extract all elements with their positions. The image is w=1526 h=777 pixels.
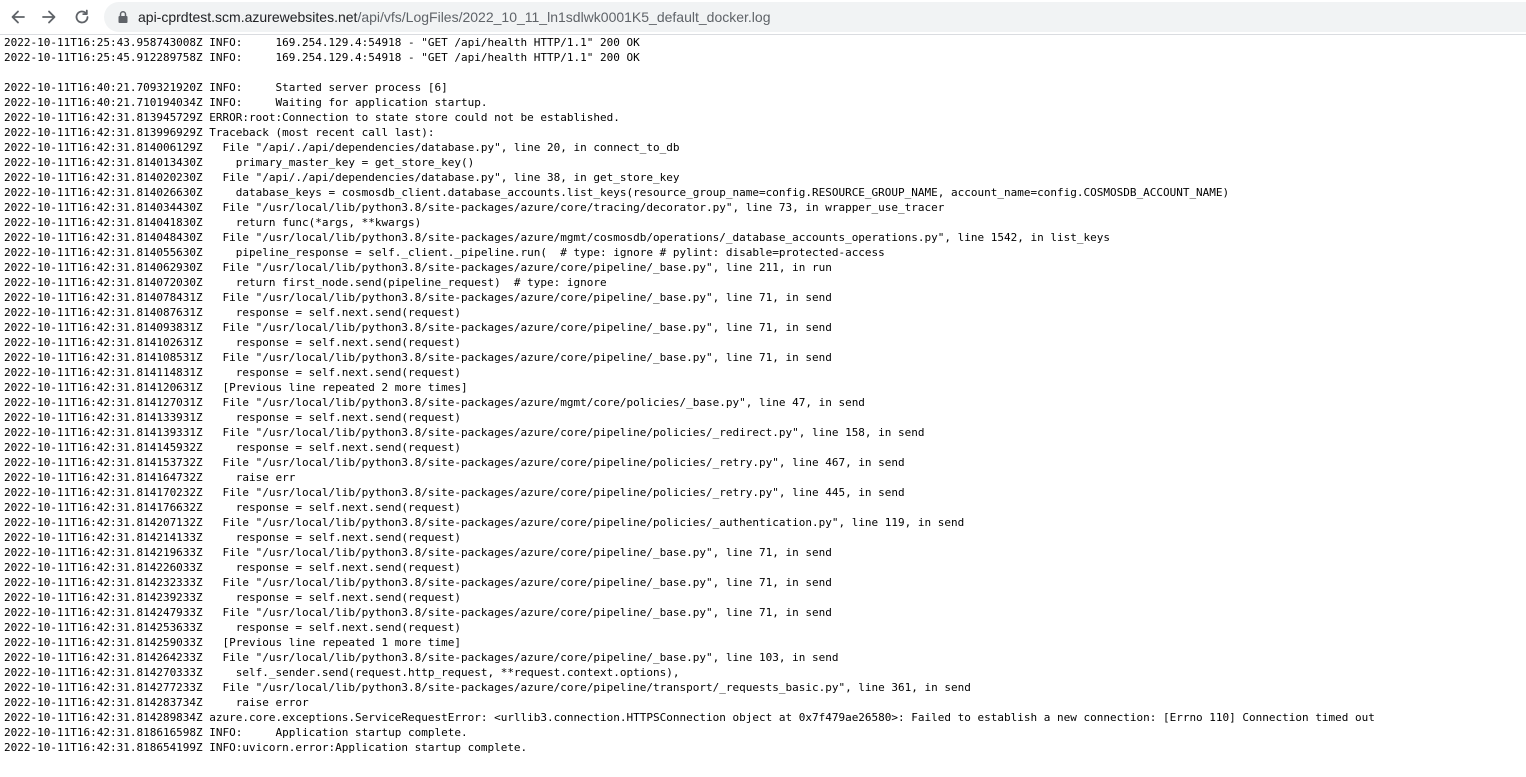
log-content: 2022-10-11T16:25:43.958743008Z INFO: 169… bbox=[4, 35, 1526, 777]
log-line: 2022-10-11T16:42:31.818654199Z INFO:uvic… bbox=[4, 741, 528, 754]
log-line: 2022-10-11T16:42:31.814176632Z response … bbox=[4, 501, 461, 514]
back-button[interactable] bbox=[5, 4, 31, 30]
back-arrow-icon bbox=[11, 10, 25, 24]
log-line: 2022-10-11T16:42:31.814145932Z response … bbox=[4, 441, 461, 454]
reload-icon bbox=[75, 9, 89, 24]
log-line: 2022-10-11T16:42:31.814170232Z File "/us… bbox=[4, 486, 905, 499]
log-line: 2022-10-11T16:42:31.814072030Z return fi… bbox=[4, 276, 607, 289]
log-line: 2022-10-11T16:42:31.813996929Z Traceback… bbox=[4, 126, 435, 139]
log-line: 2022-10-11T16:42:31.814259033Z [Previous… bbox=[4, 636, 461, 649]
log-line: 2022-10-11T16:42:31.814102631Z response … bbox=[4, 336, 461, 349]
log-line: 2022-10-11T16:40:21.710194034Z INFO: Wai… bbox=[4, 96, 488, 109]
log-line: 2022-10-11T16:42:31.814226033Z response … bbox=[4, 561, 461, 574]
log-line: 2022-10-11T16:42:31.814048430Z File "/us… bbox=[4, 231, 1110, 244]
log-line: 2022-10-11T16:42:31.814006129Z File "/ap… bbox=[4, 141, 680, 154]
url-host: api-cprdtest.scm.azurewebsites.net bbox=[138, 9, 358, 25]
log-line: 2022-10-11T16:42:31.814164732Z raise err bbox=[4, 471, 296, 484]
log-line: 2022-10-11T16:42:31.814093831Z File "/us… bbox=[4, 321, 832, 334]
log-line: 2022-10-11T16:42:31.814253633Z response … bbox=[4, 621, 461, 634]
forward-button[interactable] bbox=[36, 4, 62, 30]
log-line: 2022-10-11T16:42:31.814289834Z azure.cor… bbox=[4, 711, 1375, 724]
log-line: 2022-10-11T16:42:31.814139331Z File "/us… bbox=[4, 426, 925, 439]
log-line: 2022-10-11T16:42:31.813945729Z ERROR:roo… bbox=[4, 111, 620, 124]
log-line: 2022-10-11T16:42:31.814041830Z return fu… bbox=[4, 216, 422, 229]
log-line: 2022-10-11T16:42:31.814270333Z self._sen… bbox=[4, 666, 680, 679]
address-bar[interactable]: api-cprdtest.scm.azurewebsites.net/api/v… bbox=[104, 2, 1526, 32]
url-path: /api/vfs/LogFiles/2022_10_11_ln1sdlwk000… bbox=[357, 9, 771, 25]
log-line: 2022-10-11T16:42:31.814055630Z pipeline_… bbox=[4, 246, 885, 259]
log-line: 2022-10-11T16:42:31.814020230Z File "/ap… bbox=[4, 171, 680, 184]
log-line: 2022-10-11T16:42:31.814120631Z [Previous… bbox=[4, 381, 468, 394]
log-line: 2022-10-11T16:42:31.814264233Z File "/us… bbox=[4, 651, 839, 664]
reload-button[interactable] bbox=[69, 4, 95, 30]
log-line: 2022-10-11T16:42:31.814127031Z File "/us… bbox=[4, 396, 865, 409]
log-line: 2022-10-11T16:42:31.814207132Z File "/us… bbox=[4, 516, 965, 529]
log-line: 2022-10-11T16:42:31.814232333Z File "/us… bbox=[4, 576, 832, 589]
log-line: 2022-10-11T16:42:31.814247933Z File "/us… bbox=[4, 606, 832, 619]
log-line: 2022-10-11T16:42:31.814153732Z File "/us… bbox=[4, 456, 905, 469]
log-line: 2022-10-11T16:42:31.814114831Z response … bbox=[4, 366, 461, 379]
lock-icon[interactable] bbox=[116, 10, 130, 24]
log-line: 2022-10-11T16:42:31.814214133Z response … bbox=[4, 531, 461, 544]
log-line: 2022-10-11T16:40:21.709321920Z INFO: Sta… bbox=[4, 81, 448, 94]
forward-arrow-icon bbox=[42, 10, 56, 24]
log-line: 2022-10-11T16:42:31.814283734Z raise err… bbox=[4, 696, 309, 709]
log-line: 2022-10-11T16:42:31.814026630Z database_… bbox=[4, 186, 1230, 199]
log-line: 2022-10-11T16:25:45.912289758Z INFO: 169… bbox=[4, 51, 640, 64]
log-line: 2022-10-11T16:42:31.814078431Z File "/us… bbox=[4, 291, 832, 304]
log-line: 2022-10-11T16:42:31.814239233Z response … bbox=[4, 591, 461, 604]
log-line: 2022-10-11T16:42:31.814087631Z response … bbox=[4, 306, 461, 319]
log-line: 2022-10-11T16:42:31.814013430Z primary_m… bbox=[4, 156, 475, 169]
browser-toolbar: api-cprdtest.scm.azurewebsites.net/api/v… bbox=[0, 0, 1526, 35]
log-line: 2022-10-11T16:42:31.814277233Z File "/us… bbox=[4, 681, 971, 694]
url-text[interactable]: api-cprdtest.scm.azurewebsites.net/api/v… bbox=[138, 9, 770, 25]
log-line: 2022-10-11T16:42:31.818616598Z INFO: App… bbox=[4, 726, 468, 739]
log-line: 2022-10-11T16:25:43.958743008Z INFO: 169… bbox=[4, 36, 640, 49]
log-line: 2022-10-11T16:42:31.814034430Z File "/us… bbox=[4, 201, 945, 214]
log-line: 2022-10-11T16:42:31.814108531Z File "/us… bbox=[4, 351, 832, 364]
log-line: 2022-10-11T16:42:31.814062930Z File "/us… bbox=[4, 261, 832, 274]
log-line: 2022-10-11T16:42:31.814133931Z response … bbox=[4, 411, 461, 424]
log-line: 2022-10-11T16:42:31.814219633Z File "/us… bbox=[4, 546, 832, 559]
